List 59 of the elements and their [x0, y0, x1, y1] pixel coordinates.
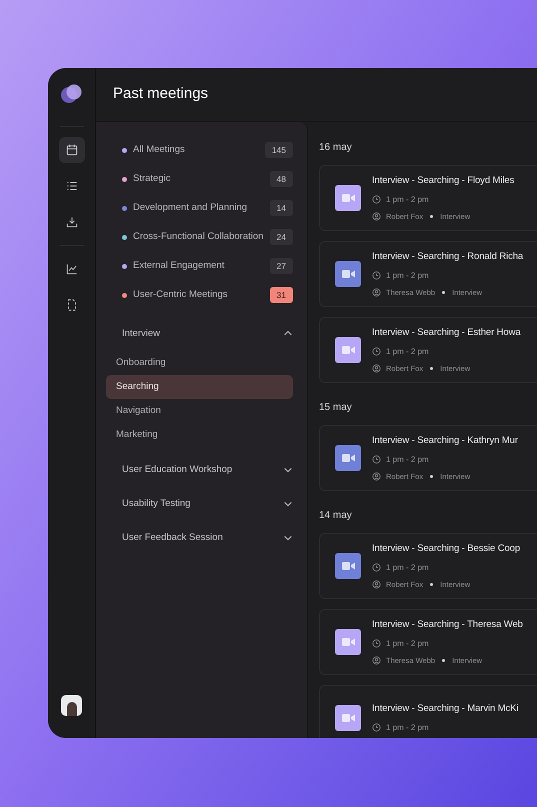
- meeting-card[interactable]: Interview - Searching - Marvin McKi 1 pm - 2 pm: [319, 685, 537, 738]
- meeting-time: 1 pm - 2 pm: [386, 270, 429, 282]
- avatar[interactable]: [61, 695, 82, 716]
- category-label[interactable]: Cross-Functional Collaboration: [133, 230, 270, 244]
- group-label[interactable]: Interview: [122, 326, 160, 342]
- clock-icon: [372, 563, 381, 572]
- date-heading: 14 may: [319, 509, 353, 523]
- subcategory-item[interactable]: Marketing: [106, 423, 293, 447]
- group-label[interactable]: User Feedback Session: [122, 530, 223, 546]
- user-icon: [372, 472, 381, 481]
- meeting-title: Interview - Searching - Marvin McKi: [372, 702, 518, 716]
- group-label[interactable]: User Education Workshop: [122, 462, 232, 478]
- category-label[interactable]: Strategic: [133, 172, 270, 186]
- user-icon: [372, 288, 381, 297]
- user-icon: [372, 580, 381, 589]
- user-icon: [372, 656, 381, 665]
- list-icon: [64, 179, 78, 193]
- line-chart-icon: [64, 262, 78, 276]
- count-badge: 31: [270, 287, 293, 303]
- download-icon: [64, 215, 78, 229]
- meeting-title: Interview - Searching - Floyd Miles: [372, 174, 514, 188]
- count-badge: 145: [264, 142, 293, 158]
- count-badge: 27: [270, 258, 293, 274]
- clock-icon: [372, 195, 381, 204]
- category-label[interactable]: External Engagement: [133, 258, 270, 274]
- date-heading: 15 may: [319, 401, 353, 415]
- page-title: Past meetings: [113, 84, 208, 104]
- meeting-title: Interview - Searching - Esther Howa: [372, 326, 521, 340]
- count-badge: 24: [270, 229, 293, 245]
- clock-icon: [372, 455, 381, 464]
- category-label[interactable]: Development and Planning: [133, 200, 270, 216]
- count-badge: 14: [270, 200, 293, 216]
- clock-icon: [372, 347, 381, 356]
- clock-icon: [372, 723, 381, 732]
- meeting-time: 1 pm - 2 pm: [386, 346, 429, 358]
- logo-icon: [60, 84, 82, 104]
- user-icon: [372, 212, 381, 221]
- meeting-time: 1 pm - 2 pm: [386, 454, 429, 466]
- group-label[interactable]: Usability Testing: [122, 496, 190, 512]
- meeting-title: Interview - Searching - Kathryn Mur: [372, 434, 518, 448]
- calendar-button[interactable]: [58, 137, 84, 163]
- subcategory-item[interactable]: Searching: [106, 375, 293, 399]
- meeting-time: 1 pm - 2 pm: [386, 722, 429, 734]
- meeting-title: Interview - Searching - Bessie Coop: [372, 542, 520, 556]
- clock-icon: [372, 271, 381, 280]
- count-badge: 48: [270, 171, 293, 187]
- meeting-title: Interview - Searching - Theresa Web: [372, 618, 523, 632]
- category-label[interactable]: All Meetings: [133, 142, 265, 158]
- meeting-time: 1 pm - 2 pm: [386, 562, 429, 574]
- meeting-title: Interview - Searching - Ronald Richa: [372, 250, 524, 264]
- user-icon: [372, 364, 381, 373]
- meeting-time: 1 pm - 2 pm: [386, 638, 429, 650]
- category-label[interactable]: User-Centric Meetings: [133, 288, 270, 302]
- subcategory-item[interactable]: Onboarding: [106, 351, 293, 375]
- subcategory-item[interactable]: Navigation: [106, 399, 293, 423]
- meeting-time: 1 pm - 2 pm: [386, 194, 429, 206]
- clock-icon: [372, 639, 381, 648]
- date-heading: 16 may: [319, 141, 353, 155]
- calendar-icon: [64, 143, 78, 157]
